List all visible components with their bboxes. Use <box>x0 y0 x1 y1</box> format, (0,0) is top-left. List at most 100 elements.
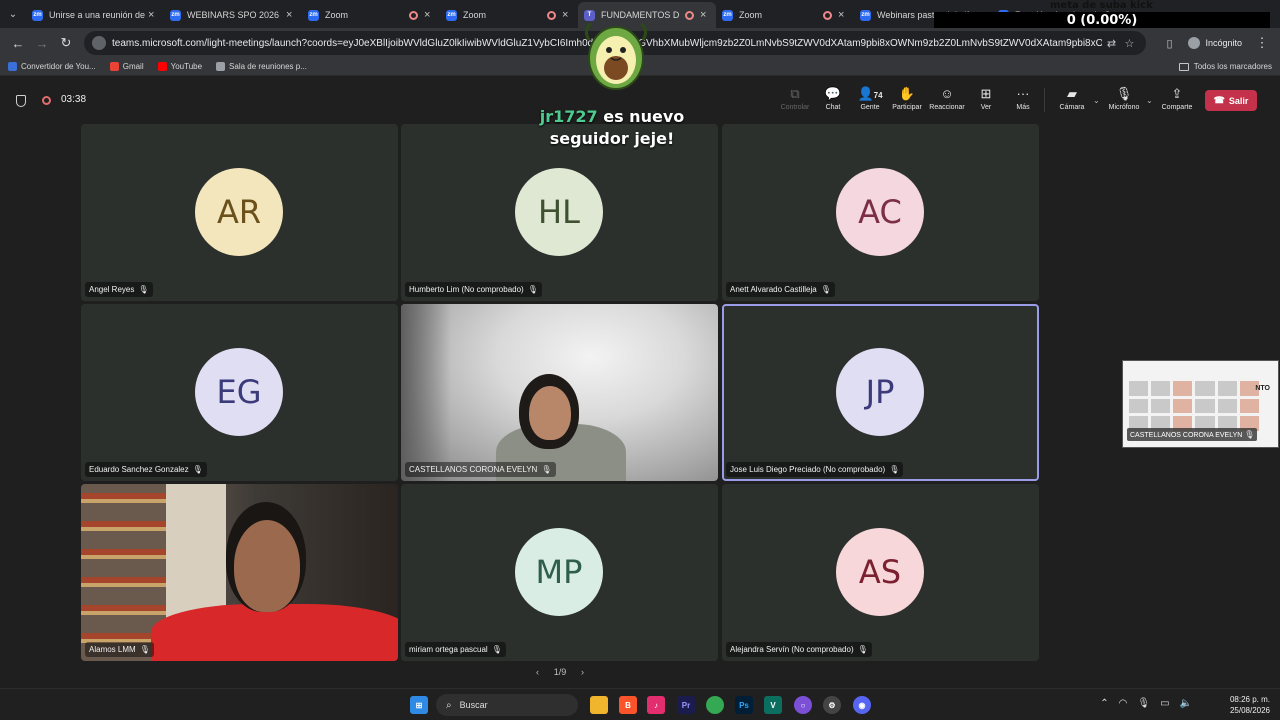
participant-tile[interactable]: CASTELLANOS CORONA EVELYN 🎙 <box>401 304 718 481</box>
microphone-button[interactable]: 🎙 Micrófono <box>1104 86 1144 111</box>
browser-tab[interactable]: zm Zoom × <box>440 2 578 28</box>
tab-title: Zoom <box>463 10 487 20</box>
share-button[interactable]: ⇪ Comparte <box>1157 86 1197 111</box>
preview-name-text: CASTELLANOS CORONA EVELYN <box>1130 432 1243 439</box>
close-tab-icon[interactable]: × <box>700 9 710 21</box>
file-explorer-icon[interactable] <box>590 696 608 714</box>
security-shield-icon[interactable] <box>16 95 26 107</box>
back-icon[interactable]: ← <box>6 36 30 51</box>
display-icon[interactable]: ▭ <box>1160 698 1169 709</box>
bookmark-item[interactable]: Convertidor de You... <box>8 62 96 71</box>
start-windows-icon[interactable]: ⊞ <box>410 696 428 714</box>
site-info-icon[interactable] <box>92 36 106 50</box>
gallery-pager: ‹ 1/9 › <box>536 667 584 677</box>
view-label: Ver <box>980 104 992 111</box>
bookmark-label: YouTube <box>170 62 203 71</box>
participant-avatar: AC <box>836 168 924 256</box>
close-tab-icon[interactable]: × <box>148 9 158 21</box>
people-label: Gente <box>860 104 880 111</box>
tiktok-icon[interactable]: ♪ <box>647 696 665 714</box>
mic-muted-icon: 🎙 <box>139 645 150 654</box>
system-clock[interactable]: 08:26 p. m. 25/08/2026 <box>1230 694 1270 716</box>
view-button[interactable]: ⊞ Ver <box>966 86 1006 111</box>
stream-goal-label: meta de suba kick <box>1050 0 1153 11</box>
leave-button[interactable]: ☎ Salir <box>1205 90 1257 111</box>
react-button[interactable]: ☺ Reaccionar <box>927 86 967 111</box>
participant-tile[interactable]: EG Eduardo Sanchez Gonzalez 🎙 <box>81 304 398 481</box>
speaker-icon[interactable]: 🔈 <box>1180 698 1192 709</box>
bookmark-star-icon[interactable]: ☆ <box>1120 37 1138 50</box>
more-button[interactable]: ··· Más <box>1003 86 1043 111</box>
browser-tab[interactable]: zm Zoom × <box>302 2 440 28</box>
close-tab-icon[interactable]: × <box>562 9 572 21</box>
network-icon[interactable]: ◠ <box>1119 698 1128 709</box>
discord-icon[interactable]: ◉ <box>853 696 871 714</box>
bookmark-item[interactable]: YouTube <box>157 62 203 71</box>
incognito-icon <box>1188 37 1201 49</box>
translate-icon[interactable]: ⇄ <box>1102 37 1120 50</box>
microphone-tray-icon[interactable]: 🎙 <box>1137 698 1150 709</box>
follower-message-2: seguidor jeje! <box>549 129 675 148</box>
participant-tile[interactable]: AS Alejandra Servín (No comprobado) 🎙 <box>722 484 1039 661</box>
camera-options-chevron-icon[interactable]: ⌄ <box>1093 96 1100 105</box>
participant-tile[interactable]: JP Jose Luis Diego Preciado (No comprobad… <box>722 304 1039 481</box>
tab-title: WEBINARS SPO 2026 <box>187 10 280 20</box>
side-panel-icon[interactable]: ▯ <box>1160 37 1178 50</box>
photoshop-icon[interactable]: Ps <box>735 696 753 714</box>
chat-button[interactable]: 💬 Chat <box>813 86 853 111</box>
tab-recording-icon <box>685 10 694 20</box>
incognito-indicator[interactable]: Incógnito <box>1188 37 1250 49</box>
mic-options-chevron-icon[interactable]: ⌄ <box>1146 96 1153 105</box>
taskbar-search[interactable]: ⌕ Buscar <box>436 694 578 716</box>
browser-tab[interactable]: zm Unirse a una reunión de Z × <box>26 2 164 28</box>
zoom-favicon-icon: zm <box>446 9 457 21</box>
vegas-icon[interactable]: V <box>764 696 782 714</box>
chrome-icon[interactable] <box>706 696 724 714</box>
close-tab-icon[interactable]: × <box>838 9 848 21</box>
brave-icon[interactable]: B <box>619 696 637 714</box>
participant-tile[interactable]: MP miriam ortega pascual 🎙 <box>401 484 718 661</box>
video-person-body <box>151 604 398 661</box>
premiere-icon[interactable]: Pr <box>677 696 695 714</box>
mic-muted-icon: 🎙 <box>889 465 900 474</box>
participant-tile[interactable]: HL Humberto Lim (No comprobado) 🎙 <box>401 124 718 301</box>
participant-name-label: Alamos LMM 🎙 <box>85 642 154 657</box>
new-follower-alert: jr1727 es nuevo seguidor jeje! <box>520 106 704 150</box>
participant-tile[interactable]: AR Angel Reyes 🎙 <box>81 124 398 301</box>
next-page-icon[interactable]: › <box>581 667 584 677</box>
react-icon: ☺ <box>940 86 954 101</box>
tray-chevron-icon[interactable]: ⌃ <box>1100 698 1108 709</box>
participant-tile[interactable]: Alamos LMM 🎙 <box>81 484 398 661</box>
toolbar-divider <box>1044 88 1045 112</box>
page-indicator: 1/9 <box>553 667 567 677</box>
prev-page-icon[interactable]: ‹ <box>536 667 539 677</box>
close-tab-icon[interactable]: × <box>286 9 296 21</box>
participant-avatar: AS <box>836 528 924 616</box>
app-circle-icon[interactable]: ○ <box>794 696 812 714</box>
self-view-preview[interactable]: NTO CASTELLANOS CORONA EVELYN 🎙 <box>1122 360 1279 448</box>
zoom-favicon-icon: zm <box>170 9 181 21</box>
settings-gear-icon[interactable]: ⚙ <box>823 696 841 714</box>
video-person-face <box>529 386 571 440</box>
all-bookmarks-folder[interactable]: Todos los marcadores <box>1178 62 1272 71</box>
browser-tab[interactable]: zm WEBINARS SPO 2026 × <box>164 2 302 28</box>
tab-search-chevron-icon[interactable]: ⌄ <box>0 0 26 28</box>
video-person-face <box>234 520 300 612</box>
forward-icon[interactable]: → <box>30 36 54 51</box>
camera-button[interactable]: ▰ Cámara <box>1052 86 1092 111</box>
raise-hand-button[interactable]: ✋ Participar <box>887 86 927 111</box>
camera-off-icon: ▰ <box>1067 86 1077 101</box>
meeting-timer: 03:38 <box>61 94 87 105</box>
bookmark-item[interactable]: Gmail <box>109 62 144 71</box>
participant-tile[interactable]: AC Anett Alvarado Castilleja 🎙 <box>722 124 1039 301</box>
people-button[interactable]: 👤74 Gente <box>850 86 890 111</box>
browser-tab[interactable]: zm Zoom × <box>716 2 854 28</box>
reload-icon[interactable]: ↻ <box>54 35 78 51</box>
close-tab-icon[interactable]: × <box>424 9 434 21</box>
participant-name-label: Angel Reyes 🎙 <box>85 282 153 297</box>
zoom-favicon-icon: zm <box>308 9 319 21</box>
bookmark-item[interactable]: Sala de reuniones p... <box>216 62 307 71</box>
camera-label: Cámara <box>1059 104 1085 111</box>
browser-menu-icon[interactable]: ⋮ <box>1250 35 1274 51</box>
screen: ⌄ zm Unirse a una reunión de Z × zm WEBINARS… <box>0 0 1280 720</box>
